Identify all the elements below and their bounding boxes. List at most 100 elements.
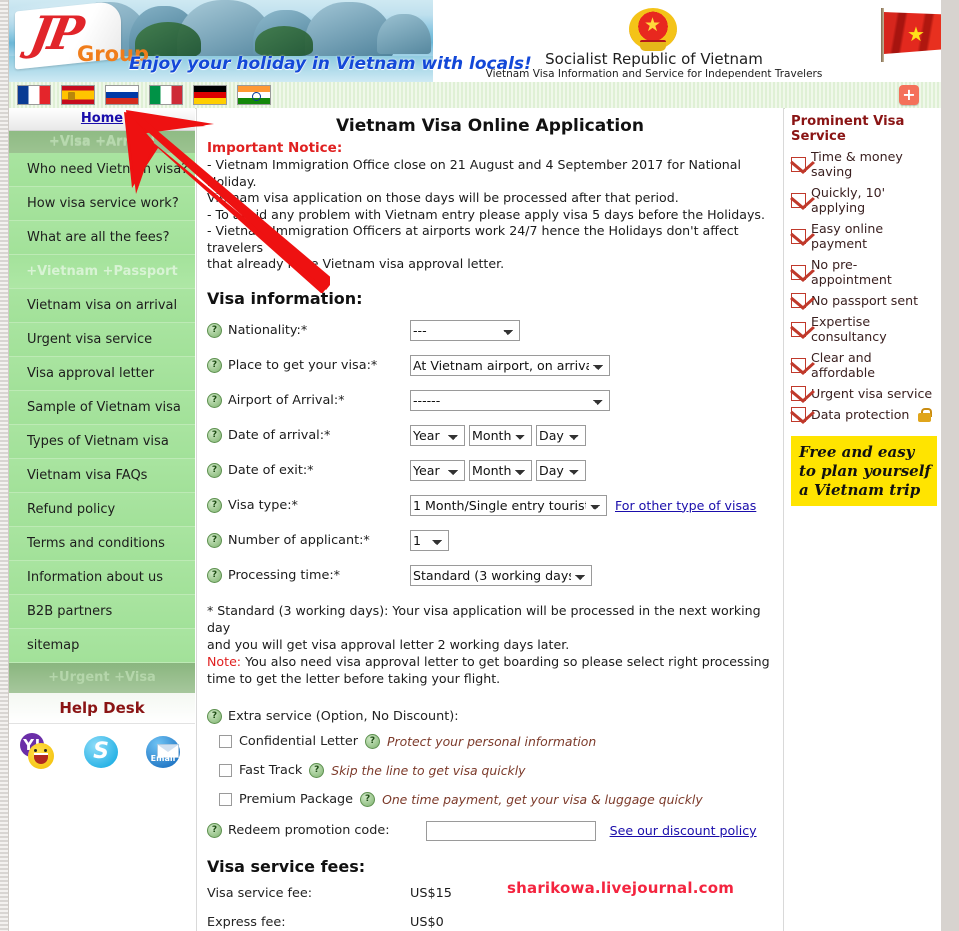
page-scrollbar[interactable] [940,0,959,931]
russia-flag-icon[interactable] [105,85,139,105]
skype-icon[interactable]: S [80,733,124,771]
extra-option-premium-package: Premium Package ? One time payment, get … [219,791,773,807]
sidebar-nav-list: Who need Vietnam visa? How visa service … [9,153,195,663]
watermark-text: sharikowa.livejournal.com [507,879,735,897]
help-icon[interactable]: ? [207,823,222,838]
help-icon[interactable]: ? [360,791,376,807]
confidential-letter-checkbox[interactable] [219,734,232,748]
visa-service-fee-value: US$15 [410,885,452,901]
benefit-time-money-saving: Time & money saving [791,149,937,179]
sidebar-item-approval-letter[interactable]: Visa approval letter [9,357,195,391]
arrival-year-select[interactable]: Year [410,424,465,446]
sidebar-item-types-of-visa[interactable]: Types of Vietnam visa [9,425,195,459]
jp-group-logo[interactable]: JP Group [15,0,149,78]
promo-code-input[interactable] [425,820,596,841]
field-row-date-exit: ? Date of exit:* Year Month Day [207,458,773,483]
sidebar-item-about-us[interactable]: Information about us [9,561,195,595]
benefit-label: Quickly, 10' applying [811,185,886,215]
france-flag-icon[interactable] [17,85,51,105]
arrival-day-select[interactable]: Day [536,424,586,446]
help-icon[interactable]: ? [207,532,222,548]
home-bar: Home [9,108,195,131]
applicants-select[interactable]: 1 [410,529,449,551]
discount-policy-link[interactable]: See our discount policy [610,823,757,838]
extra-service-heading: ? Extra service (Option, No Discount): [207,708,773,724]
visa-type-select[interactable]: 1 Month/Single entry tourist vi [410,494,607,516]
airport-select[interactable]: ------ [410,389,610,411]
promo-ad-banner[interactable]: Free and easy to plan yourself a Vietnam… [791,436,937,506]
exit-year-select[interactable]: Year [410,459,465,481]
exit-day-select[interactable]: Day [536,459,586,481]
vietnam-emblem-icon: ★ [629,4,677,52]
notice-line-5: that already have Vietnam visa approval … [207,256,505,271]
arrival-month-select[interactable]: Month [469,424,532,446]
extra-option-fast-track: Fast Track ? Skip the line to get visa q… [219,762,773,778]
spain-flag-icon[interactable] [61,85,95,105]
exit-month-select[interactable]: Month [469,459,532,481]
sidebar-item-visa-faqs[interactable]: Vietnam visa FAQs [9,459,195,493]
benefit-label: Easy online payment [811,221,884,251]
nationality-select[interactable]: --- [410,319,520,341]
sidebar-item-how-service-works[interactable]: How visa service work? [9,187,195,221]
sidebar-item-fees[interactable]: What are all the fees? [9,221,195,255]
benefit-label: Clear and affordable [811,350,876,380]
logo-initials: JP [26,6,85,60]
field-row-nationality: ? Nationality:* --- [207,318,773,343]
processing-label: Processing time:* [228,567,341,583]
help-icon[interactable]: ? [309,762,325,778]
help-icon[interactable]: ? [207,392,222,408]
premium-package-checkbox[interactable] [219,792,232,806]
content-columns: Home +Visa +Arrival Who need Vietnam vis… [9,108,941,931]
notice-line-3: - To avoid any problem with Vietnam entr… [207,206,765,222]
sidebar-item-terms[interactable]: Terms and conditions [9,527,195,561]
benefit-easy-online-payment: Easy online payment [791,221,937,251]
help-icon[interactable]: ? [207,357,222,373]
other-visa-types-link[interactable]: For other type of visas [615,498,756,513]
page-root: JP Group Enjoy your holiday in Vietnam w… [0,0,959,931]
help-icon[interactable]: ? [207,497,222,513]
benefit-label: No pre-appointment [811,257,892,287]
help-icon[interactable]: ? [207,462,222,478]
express-fee-value: US$0 [410,914,444,930]
help-icon[interactable]: ? [207,567,222,583]
fast-track-checkbox[interactable] [219,763,232,777]
visa-type-label-group: ? Visa type:* [207,497,410,513]
main-content: Vietnam Visa Online Application Importan… [196,108,784,931]
sidebar-item-sample-visa[interactable]: Sample of Vietnam visa [9,391,195,425]
visa-fees-heading: Visa service fees: [207,856,366,876]
help-desk-title: Help Desk [9,693,195,724]
sidebar-item-refund-policy[interactable]: Refund policy [9,493,195,527]
help-icon[interactable]: ? [207,427,222,443]
processing-note-line-1: * Standard (3 working days): Your visa a… [207,602,761,635]
help-icon[interactable]: ? [207,322,222,338]
email-icon[interactable]: Email [142,733,186,771]
notice-line-2: Vietnam visa application on those days w… [207,190,679,205]
applicants-label: Number of applicant:* [228,532,370,548]
processing-time-select[interactable]: Standard (3 working days) [410,564,592,586]
notice-line-1: - Vietnam Immigration Office close on 21… [207,157,741,189]
ad-line-1: Free and easy [799,442,915,461]
germany-flag-icon[interactable] [193,85,227,105]
sidebar-item-visa-on-arrival[interactable]: Vietnam visa on arrival [9,289,195,323]
sidebar-item-b2b-partners[interactable]: B2B partners [9,595,195,629]
lock-icon [918,407,933,422]
place-select[interactable]: At Vietnam airport, on arrival [410,354,610,376]
confidential-letter-desc: Protect your personal information [387,733,597,749]
sidebar-item-sitemap[interactable]: sitemap [9,629,195,663]
help-icon[interactable]: ? [365,733,381,749]
yahoo-messenger-icon[interactable]: Y! [18,733,62,771]
nationality-label: Nationality:* [228,322,308,338]
processing-note-warning: Note: You also need visa approval letter… [207,653,773,687]
sidebar-item-urgent-visa[interactable]: Urgent visa service [9,323,195,357]
italy-flag-icon[interactable] [149,85,183,105]
share-plus-button[interactable]: + [899,85,919,105]
important-notice-title: Important Notice: [207,140,343,156]
sidebar-item-who-need-visa[interactable]: Who need Vietnam visa? [9,153,195,187]
right-sidebar: Prominent Visa Service Time & money savi… [785,108,941,931]
help-icon[interactable]: ? [207,708,222,724]
promo-code-label: Redeem promotion code: [228,823,390,838]
visa-service-fee-label: Visa service fee: [207,885,313,901]
sidebar-item-home[interactable]: Home [81,111,123,126]
india-flag-icon[interactable] [237,85,271,105]
note-label: Note: [207,653,242,669]
